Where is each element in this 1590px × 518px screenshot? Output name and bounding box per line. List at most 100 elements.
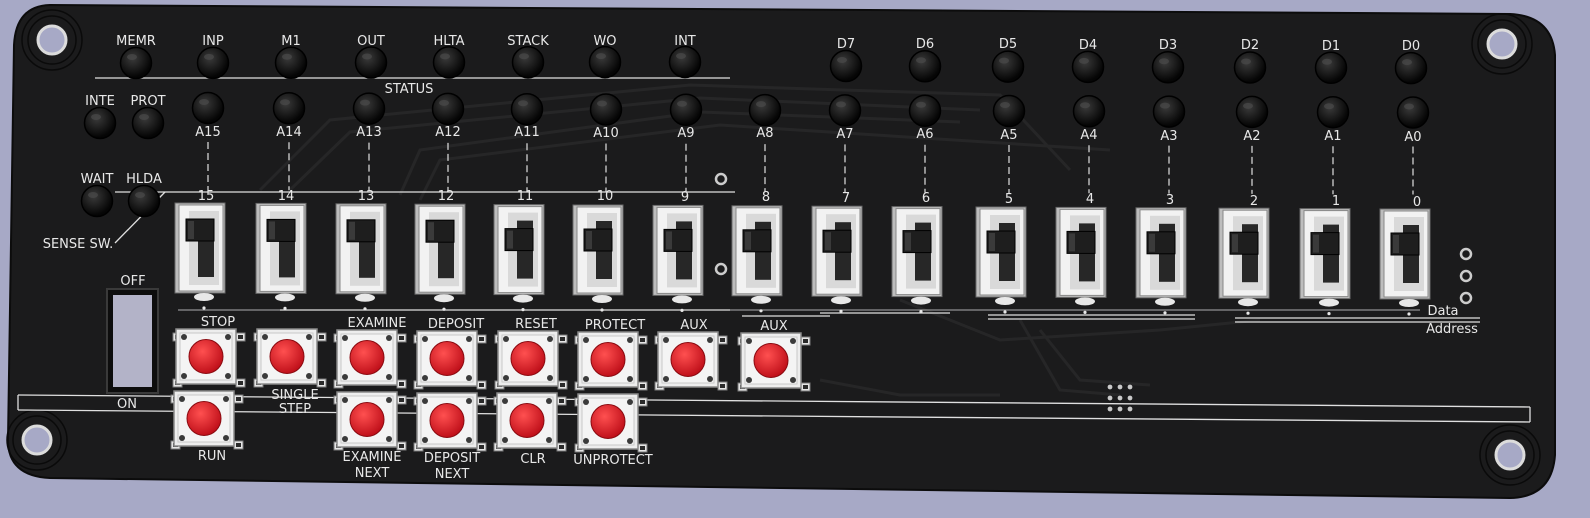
- aux-button-2[interactable]: [737, 332, 811, 392]
- deposit-label: DEPOSIT: [428, 317, 484, 332]
- address-led-a4: [1072, 95, 1106, 128]
- switch-number: 2: [1250, 194, 1258, 209]
- protect-button[interactable]: [574, 331, 648, 391]
- inte-led: [83, 106, 117, 140]
- address-led-label: A4: [1080, 128, 1097, 143]
- address-led-a1: [1316, 95, 1350, 129]
- address-led-label: A6: [916, 127, 933, 142]
- status-led-hlta: [432, 46, 466, 79]
- side-led-label: WAIT: [81, 172, 114, 187]
- switch-number: 10: [597, 189, 614, 204]
- run-button[interactable]: [170, 390, 244, 450]
- address-led-label: A9: [677, 126, 694, 141]
- examine-next-button[interactable]: [333, 391, 407, 451]
- address-led-a0: [1396, 96, 1430, 129]
- data-led-d3: [1151, 50, 1185, 84]
- data-led-label: D5: [999, 37, 1017, 52]
- side-led-label: HLDA: [126, 172, 162, 187]
- prot-led: [131, 106, 165, 140]
- data-led-label: D0: [1402, 39, 1420, 54]
- switch-number: 7: [842, 191, 850, 206]
- examine-next-label: EXAMINE: [342, 450, 401, 465]
- data-led-d5: [991, 50, 1025, 83]
- stop-button[interactable]: [172, 328, 246, 388]
- address-led-a12: [431, 92, 465, 126]
- address-led-label: A12: [435, 125, 460, 140]
- switch-number: 5: [1005, 192, 1013, 207]
- examine-next-second-line: NEXT: [355, 466, 390, 481]
- deposit-next-label: DEPOSIT: [424, 451, 480, 466]
- via-array: [1107, 384, 1133, 412]
- address-led-label: A1: [1324, 129, 1341, 144]
- switch-number: 14: [278, 189, 295, 204]
- aux-label: AUX: [680, 318, 707, 333]
- switch-number: 1: [1332, 194, 1340, 209]
- address-led-label: A15: [195, 125, 220, 140]
- switch-number: 0: [1413, 195, 1421, 210]
- address-led-a7: [828, 94, 862, 127]
- aux-label: AUX: [760, 319, 787, 334]
- address-led-label: A8: [756, 126, 773, 141]
- address-led-label: A5: [1000, 128, 1017, 143]
- clr-label: CLR: [520, 452, 545, 467]
- address-led-a8: [748, 93, 782, 127]
- address-led-a9: [669, 93, 703, 127]
- switch-number: 3: [1166, 193, 1174, 208]
- switch-number: 9: [681, 190, 689, 205]
- side-led-label: PROT: [130, 94, 165, 109]
- status-led-out: [354, 46, 388, 79]
- address-led-a6: [908, 94, 942, 127]
- status-led-memr: [119, 46, 153, 80]
- address-led-label: A0: [1404, 130, 1421, 145]
- aux-button-1[interactable]: [654, 331, 728, 391]
- data-label: Data: [1427, 304, 1458, 319]
- power-on-label: ON: [117, 397, 137, 412]
- switch-number: 15: [198, 189, 215, 204]
- switch-number: 12: [438, 189, 455, 204]
- clr-button[interactable]: [493, 392, 567, 452]
- single-step-button[interactable]: [253, 328, 327, 388]
- status-led-wo: [588, 45, 622, 79]
- data-led-d4: [1071, 50, 1105, 84]
- address-led-label: A14: [276, 125, 301, 140]
- step-label: STEP: [279, 402, 311, 417]
- address-led-a5: [992, 94, 1026, 128]
- unprotect-button[interactable]: [574, 393, 648, 453]
- hlda-led: [127, 184, 161, 218]
- pcb-front-panel-view: MEMR INP M1 OUT HLTA STACK WO INT STATUS…: [6, 3, 1556, 500]
- data-led-d1: [1314, 51, 1348, 85]
- stop-label: STOP: [201, 315, 235, 330]
- deposit-next-button[interactable]: [413, 392, 487, 452]
- status-led-int: [668, 45, 702, 79]
- power-switch[interactable]: [106, 288, 159, 394]
- address-led-a10: [589, 93, 623, 126]
- examine-button[interactable]: [333, 329, 407, 389]
- address-led-a2: [1235, 95, 1269, 129]
- address-led-label: A10: [593, 126, 618, 141]
- data-led-d6: [908, 50, 942, 83]
- unprotect-label: UNPROTECT: [573, 453, 653, 468]
- data-led-label: D6: [916, 37, 934, 52]
- status-group-title: STATUS: [385, 82, 434, 97]
- reset-button[interactable]: [494, 330, 568, 390]
- address-label: Address: [1426, 322, 1478, 337]
- status-led-m1: [274, 46, 308, 79]
- address-led-a15: [191, 91, 225, 125]
- switch-number: 6: [922, 191, 930, 206]
- switch-number: 8: [762, 190, 770, 205]
- address-led-label: A11: [514, 125, 539, 140]
- data-led-label: D2: [1241, 38, 1259, 53]
- single-label: SINGLE: [271, 388, 318, 403]
- data-led-d2: [1233, 51, 1267, 84]
- deposit-button[interactable]: [413, 330, 487, 390]
- switch-number: 13: [358, 189, 375, 204]
- address-led-label: A7: [836, 127, 853, 142]
- power-off-label: OFF: [120, 274, 145, 289]
- switch-number: 11: [517, 189, 534, 204]
- reset-label: RESET: [515, 317, 557, 332]
- status-led-inp: [196, 46, 230, 80]
- address-led-label: A13: [356, 125, 381, 140]
- wait-led: [80, 184, 114, 218]
- address-led-a3: [1152, 95, 1186, 128]
- address-led-a14: [272, 92, 306, 125]
